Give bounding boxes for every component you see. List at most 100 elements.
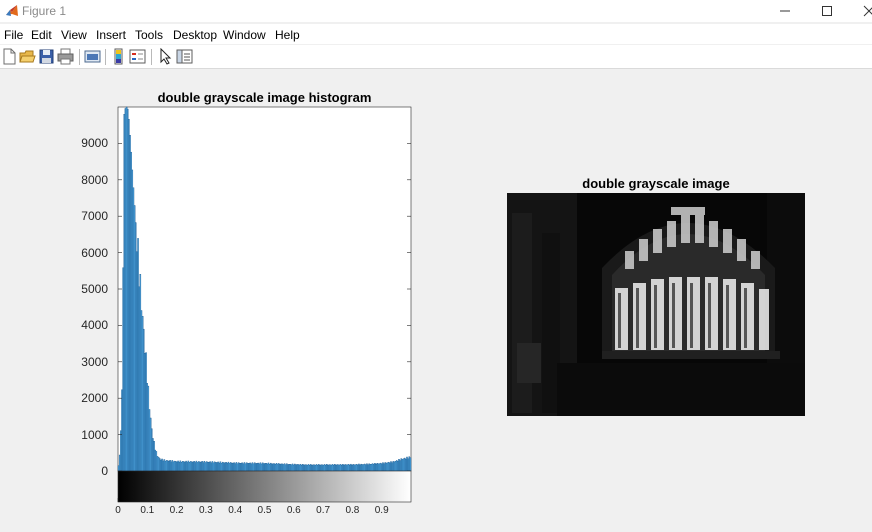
- histogram-bar: [131, 169, 134, 472]
- x-tick-label: 0.2: [169, 505, 184, 516]
- histogram-title: double grayscale image histogram: [157, 90, 372, 105]
- histogram-bar: [179, 460, 182, 472]
- y-tick-label: 6000: [81, 245, 108, 260]
- histogram-bar: [366, 463, 368, 472]
- histogram-bar: [125, 106, 128, 472]
- histogram-bar: [196, 462, 199, 472]
- histogram-bar: [226, 463, 229, 472]
- histogram-bar: [303, 464, 305, 472]
- histogram-bar: [211, 461, 214, 472]
- y-tick-label: 5000: [81, 282, 108, 296]
- histogram-bar: [118, 454, 121, 472]
- histogram-bar: [373, 464, 375, 472]
- histogram-bar: [368, 463, 370, 472]
- histogram-bar: [259, 462, 262, 472]
- histogram-bar: [332, 465, 335, 472]
- histogram-bar: [138, 286, 140, 472]
- histogram-bar: [194, 462, 196, 472]
- histogram-bar: [252, 463, 255, 472]
- histogram-bar: [386, 462, 389, 472]
- histogram-bar: [201, 461, 203, 472]
- histogram-bar: [192, 461, 194, 472]
- histogram-bar: [272, 463, 274, 472]
- y-tick-label: 4000: [81, 318, 108, 333]
- x-tick-label: 0.3: [198, 505, 213, 516]
- histogram-bar: [257, 462, 259, 472]
- histogram-bar: [282, 464, 285, 472]
- y-tick-label: 3000: [81, 354, 108, 369]
- histogram-bar: [247, 463, 249, 472]
- x-tick-label: 0.7: [316, 505, 331, 516]
- histogram-bar: [176, 461, 178, 472]
- histogram-bar: [360, 463, 362, 472]
- histogram-bar: [393, 461, 396, 472]
- histogram-bar: [249, 462, 251, 472]
- histogram-bar: [217, 461, 219, 472]
- histogram-bar: [184, 461, 186, 472]
- x-tick-label: 0.5: [257, 505, 272, 516]
- image-title: double grayscale image: [582, 176, 730, 191]
- histogram-bar: [330, 464, 333, 472]
- histogram-bar: [159, 458, 161, 472]
- cathedral-window-image: [507, 193, 805, 416]
- histogram-bar: [389, 462, 391, 472]
- histogram-bar: [391, 462, 393, 472]
- histogram-bar: [213, 461, 216, 472]
- y-tick-label: 0: [101, 464, 108, 478]
- histogram-bar: [395, 460, 398, 472]
- histogram-bar: [381, 463, 383, 472]
- histogram-bar: [347, 464, 350, 472]
- histogram-bar: [167, 460, 169, 472]
- histogram-bar: [188, 462, 191, 472]
- histogram-bar: [378, 463, 381, 472]
- y-tick-label: 1000: [81, 427, 108, 442]
- histogram-bar: [128, 119, 130, 472]
- x-tick-label: 0.4: [228, 505, 243, 516]
- histogram-bar: [146, 383, 148, 472]
- histogram-bar: [224, 462, 226, 472]
- histogram-bar: [401, 459, 404, 472]
- histogram-bar: [244, 463, 247, 472]
- x-tick-label: 0: [115, 505, 121, 516]
- histogram-bar: [310, 464, 312, 472]
- histogram-bar: [353, 464, 356, 472]
- histogram-bar: [341, 465, 343, 472]
- histogram-bar: [292, 464, 295, 472]
- histogram-bar: [161, 458, 163, 472]
- histogram-bar: [173, 460, 176, 472]
- histogram-bar: [290, 464, 293, 472]
- histogram-bar: [232, 462, 234, 472]
- histogram-bar: [318, 464, 320, 472]
- histogram-bar: [363, 463, 366, 472]
- histogram-bar: [181, 461, 184, 472]
- histogram-bar: [355, 463, 358, 472]
- histogram-bar: [123, 114, 126, 472]
- histogram-bar: [280, 463, 282, 472]
- histogram-bar: [313, 464, 316, 472]
- histogram-bar: [234, 463, 237, 472]
- histogram-bar: [267, 462, 270, 472]
- histogram-bar: [171, 460, 174, 472]
- histogram-bar: [204, 462, 207, 472]
- gray-colorbar: [117, 470, 412, 503]
- histogram-bar: [383, 463, 385, 472]
- histogram-bar: [326, 464, 328, 472]
- histogram-bar: [156, 456, 159, 472]
- histogram-bar: [242, 463, 245, 472]
- x-tick-label: 0.1: [140, 505, 155, 516]
- histogram-bar: [133, 205, 136, 472]
- y-tick-label: 2000: [81, 391, 108, 406]
- histogram-bar: [151, 428, 153, 472]
- histogram-bar: [343, 464, 345, 472]
- histogram-bar: [408, 456, 411, 472]
- histogram-bar: [236, 463, 239, 472]
- histogram-bar: [262, 462, 264, 472]
- histogram-bar: [140, 310, 143, 472]
- histogram-plot-area: [117, 106, 412, 472]
- histogram-bar: [229, 462, 232, 472]
- histogram-bar: [335, 464, 337, 472]
- x-tick-label: 0.6: [286, 505, 301, 516]
- histogram-bar: [338, 464, 341, 472]
- histogram-bar: [322, 464, 325, 472]
- x-tick-label: 0.9: [374, 505, 389, 516]
